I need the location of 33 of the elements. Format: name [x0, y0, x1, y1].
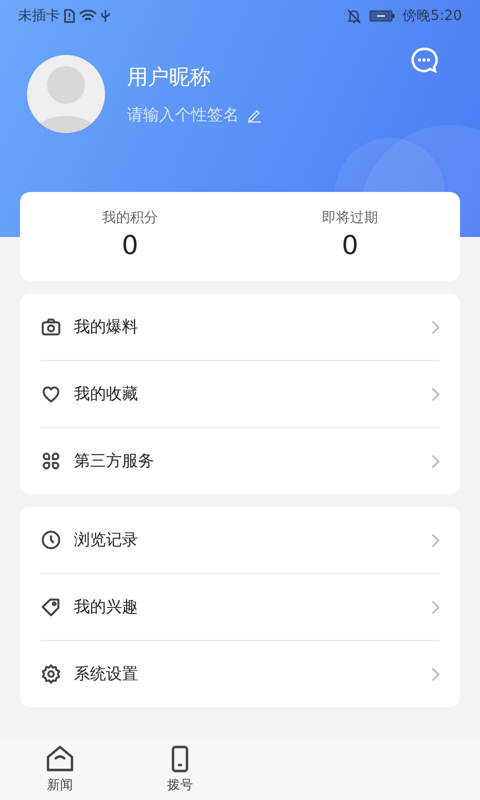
menu-item[interactable]: 第三方服务 [74, 450, 431, 472]
menu-item[interactable]: 我的爆料 [74, 316, 431, 338]
clock-time: 傍晚5:20 [402, 7, 462, 25]
menu-item[interactable]: 系统设置 [74, 664, 431, 684]
chevron-icon[interactable] [431, 666, 440, 682]
tag-icon [40, 596, 62, 618]
chevron-icon[interactable] [431, 600, 440, 614]
chevron-icon[interactable] [431, 386, 440, 402]
pencil-icon[interactable] [247, 108, 262, 122]
menu-item[interactable]: 浏览记录 [74, 530, 431, 550]
chevron-icon[interactable] [431, 454, 440, 468]
points-value: 0 [122, 231, 138, 261]
points-label: 我的积分 [102, 209, 158, 227]
tab-button[interactable]: 拨号 [120, 737, 240, 800]
message-icon[interactable] [411, 47, 438, 73]
points-value: 0 [342, 231, 358, 261]
settings-icon [40, 663, 62, 685]
camera-icon [40, 316, 62, 338]
carrier-text: 未插卡 [18, 7, 60, 25]
chevron-icon[interactable] [431, 532, 440, 548]
home-icon [45, 744, 75, 774]
menu-item[interactable]: 我的兴趣 [74, 596, 431, 618]
tab-button[interactable]: 新闻 [0, 737, 120, 800]
menu-item[interactable]: 我的收藏 [74, 384, 431, 404]
points-label: 即将过期 [322, 209, 378, 227]
battery-icon [368, 10, 395, 22]
wifi-icon [79, 9, 97, 23]
clock-icon [40, 529, 62, 551]
sim-icon [64, 9, 75, 23]
usb-icon [101, 9, 110, 23]
four-petal-icon [40, 450, 62, 472]
chevron-icon[interactable] [431, 320, 440, 334]
bell-muted-icon [346, 8, 361, 24]
